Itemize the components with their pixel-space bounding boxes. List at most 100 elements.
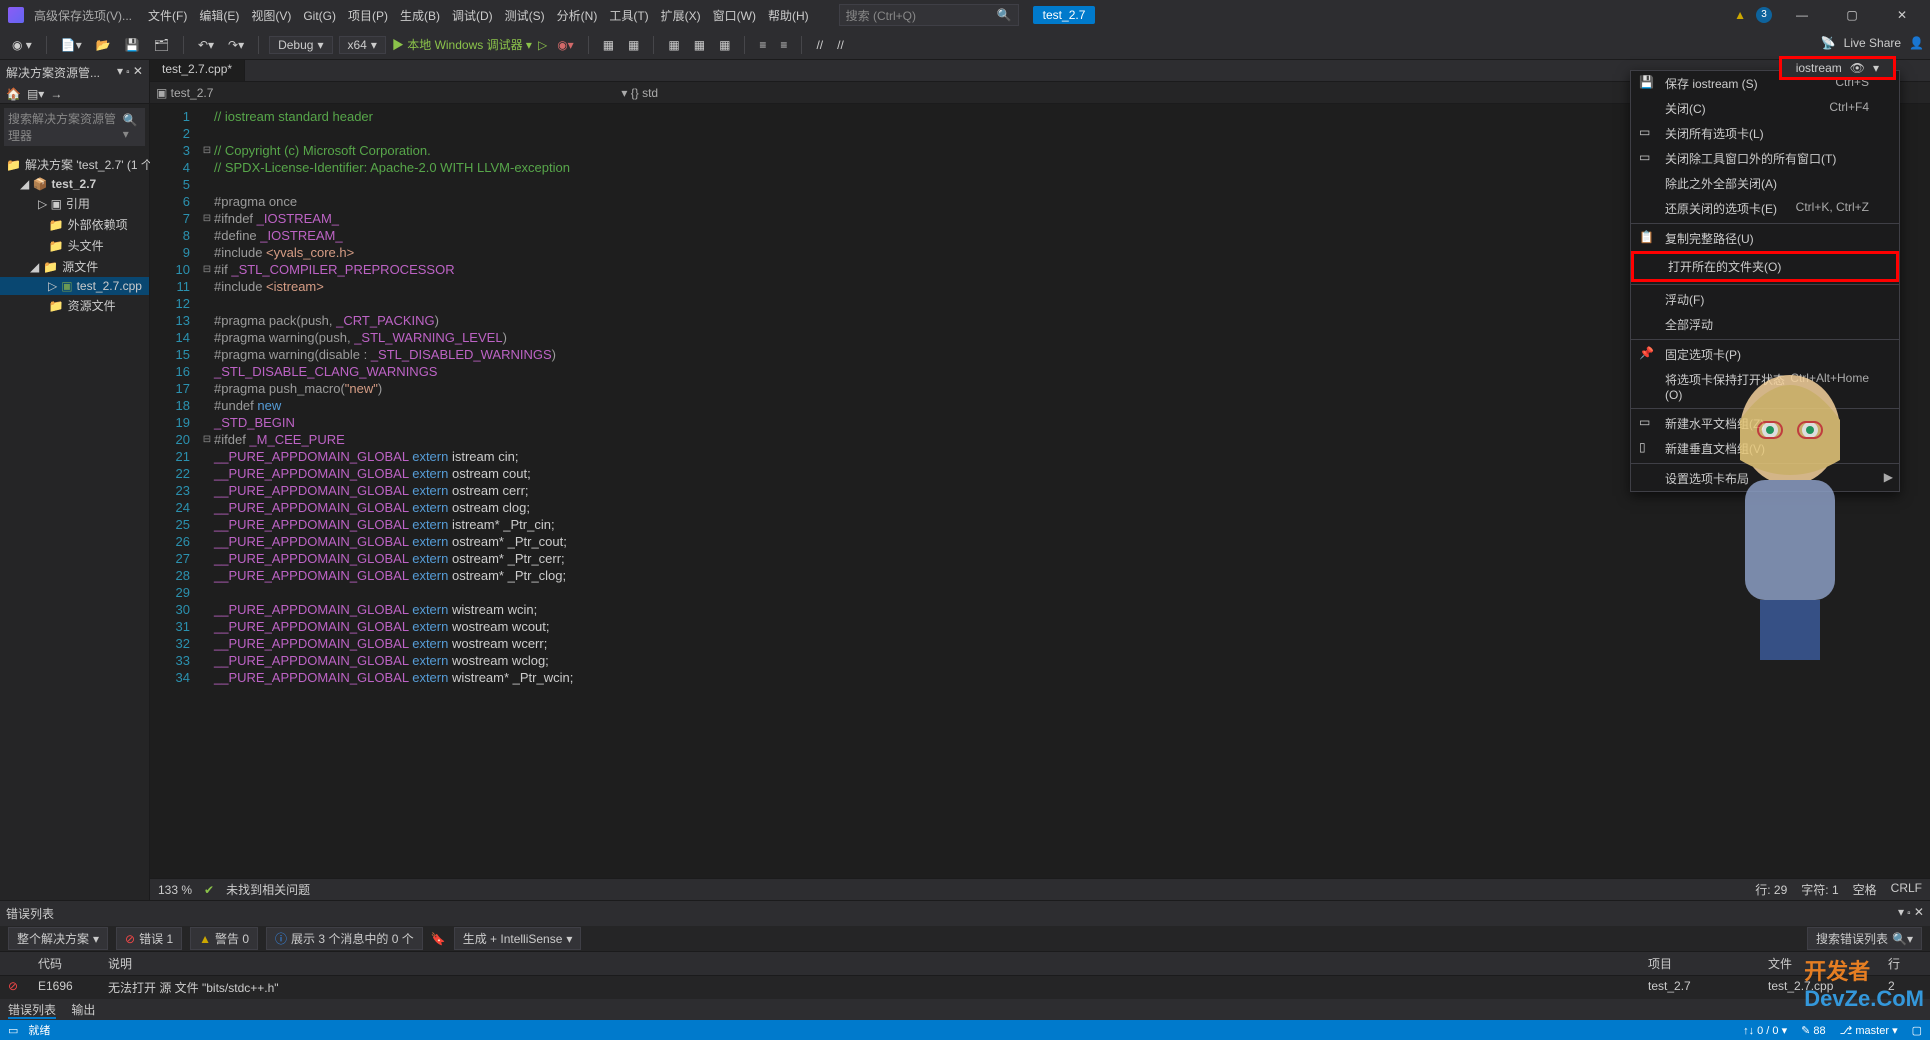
menu-item[interactable]: 分析(N) — [551, 9, 604, 23]
cpp-file-node[interactable]: ▷ ▣ test_2.7.cpp — [0, 277, 149, 295]
tool-icon[interactable]: ▤▾ — [27, 87, 44, 101]
pin-icon[interactable]: ▾ ⬞ ✕ — [117, 64, 143, 78]
context-menu-item[interactable]: 设置选项卡布局▶ — [1631, 466, 1899, 491]
messages-filter[interactable]: ⓘ 展示 3 个消息中的 0 个 — [266, 927, 423, 950]
context-menu-item[interactable]: ▯新建垂直文档组(V) — [1631, 436, 1899, 461]
project-node[interactable]: ◢ 📦 test_2.7 — [0, 175, 149, 193]
add-control[interactable]: ▢ — [1912, 1024, 1922, 1037]
tab-errors[interactable]: 错误列表 — [8, 1003, 56, 1019]
file-tab[interactable]: test_2.7.cpp* — [150, 60, 245, 81]
tool-icon[interactable]: ▦ — [664, 38, 683, 52]
resources-node[interactable]: 📁 资源文件 — [0, 295, 149, 316]
menu-item[interactable]: Git(G) — [297, 9, 342, 23]
menu-item[interactable]: 帮助(H) — [762, 9, 815, 23]
tool-icon[interactable]: ▦ — [715, 38, 734, 52]
config-combo[interactable]: Debug▾ — [269, 36, 332, 54]
tool-icon[interactable]: ▦ — [690, 38, 709, 52]
menu-item[interactable]: 视图(V) — [245, 9, 297, 23]
line-ending-indicator[interactable]: CRLF — [1891, 881, 1922, 898]
context-menu-item[interactable]: 将选项卡保持打开状态(O)Ctrl+Alt+Home — [1631, 367, 1899, 406]
whitespace-indicator[interactable]: 空格 — [1853, 881, 1877, 898]
undo-icon[interactable]: ↶▾ — [194, 38, 218, 52]
menu-item[interactable]: 生成(B) — [394, 9, 446, 23]
context-menu-item[interactable]: 浮动(F) — [1631, 287, 1899, 312]
context-menu-item[interactable]: ▭关闭除工具窗口外的所有窗口(T) — [1631, 146, 1899, 171]
changes-indicator[interactable]: ↑↓ 0 / 0 ▾ — [1743, 1024, 1787, 1037]
new-icon[interactable]: 📄▾ — [57, 38, 86, 52]
context-menu-item[interactable]: 📋复制完整路径(U) — [1631, 226, 1899, 251]
solution-search-input[interactable]: 搜索解决方案资源管理器🔍▾ — [4, 108, 145, 146]
col-indicator[interactable]: 字符: 1 — [1801, 881, 1838, 898]
outdent-icon[interactable]: ≡ — [776, 38, 791, 52]
context-menu-item[interactable]: ▭新建水平文档组(Z) — [1631, 411, 1899, 436]
save-icon[interactable]: 💾 — [121, 38, 144, 52]
run-button[interactable]: ▶ 本地 Windows 调试器 ▾ — [392, 36, 532, 53]
live-share-button[interactable]: Live Share — [1844, 36, 1901, 50]
errors-filter[interactable]: ⊘ 错误 1 — [116, 927, 182, 950]
branch-indicator[interactable]: ⎇ master ▾ — [1840, 1024, 1898, 1037]
context-menu-item[interactable]: 关闭(C)Ctrl+F4 — [1631, 96, 1899, 121]
headers-node[interactable]: 📁 头文件 — [0, 235, 149, 256]
warning-icon[interactable]: ▲ — [1734, 8, 1746, 22]
preview-icon[interactable]: 👁 — [1850, 61, 1865, 75]
tool-icon[interactable]: ▦ — [599, 38, 618, 52]
nav-back-icon[interactable]: ◉ ▾ — [8, 38, 36, 52]
repo-indicator[interactable]: ✎ 88 — [1801, 1024, 1826, 1037]
error-row[interactable]: ⊘ E1696 无法打开 源 文件 "bits/stdc++.h" test_2… — [0, 976, 1930, 999]
zoom-level[interactable]: 133 % — [158, 883, 192, 897]
close-button[interactable]: ✕ — [1882, 8, 1922, 22]
uncomment-icon[interactable]: // — [833, 38, 848, 52]
menu-item[interactable]: 工具(T) — [603, 9, 654, 23]
references-node[interactable]: ▷ ▣ 引用 — [0, 193, 149, 214]
save-all-icon[interactable]: 🗂 — [150, 38, 173, 52]
member-combo[interactable]: ▾ {} std — [621, 86, 658, 100]
error-search-input[interactable]: 搜索错误列表 🔍▾ — [1807, 927, 1922, 950]
notification-badge[interactable]: 3 — [1756, 7, 1772, 23]
account-icon[interactable]: 👤 — [1909, 36, 1924, 50]
indent-icon[interactable]: ≡ — [755, 38, 770, 52]
tab-output[interactable]: 输出 — [71, 1003, 95, 1017]
menu-item[interactable]: 编辑(E) — [193, 9, 245, 23]
menu-item[interactable]: 测试(S) — [499, 9, 551, 23]
scope-combo[interactable]: ▣ test_2.7 — [156, 86, 213, 100]
chevron-down-icon[interactable]: ▾ — [1873, 61, 1879, 75]
output-icon[interactable]: ▭ — [8, 1024, 18, 1037]
menu-item[interactable]: 文件(F) — [142, 9, 193, 23]
context-menu-item[interactable]: ▭关闭所有选项卡(L) — [1631, 121, 1899, 146]
redo-icon[interactable]: ↷▾ — [224, 38, 248, 52]
open-icon[interactable]: 📂 — [92, 38, 115, 52]
live-share-icon[interactable]: 📡 — [1821, 36, 1836, 50]
col-desc[interactable]: 说明 — [100, 952, 1640, 975]
menu-item[interactable]: 扩展(X) — [655, 9, 707, 23]
col-proj[interactable]: 项目 — [1640, 952, 1760, 975]
global-search-input[interactable]: 搜索 (Ctrl+Q) 🔍 — [839, 4, 1019, 26]
home-icon[interactable]: 🏠 — [6, 87, 21, 101]
ext-deps-node[interactable]: 📁 外部依赖项 — [0, 214, 149, 235]
comment-icon[interactable]: // — [812, 38, 827, 52]
context-menu-item[interactable]: 全部浮动 — [1631, 312, 1899, 337]
intellisense-combo[interactable]: 生成 + IntelliSense ▾ — [454, 927, 582, 950]
tool-icon[interactable]: ▦ — [624, 38, 643, 52]
line-indicator[interactable]: 行: 29 — [1755, 881, 1787, 898]
scope-combo[interactable]: 整个解决方案 ▾ — [8, 927, 108, 950]
context-menu-item[interactable]: 还原关闭的选项卡(E)Ctrl+K, Ctrl+Z — [1631, 196, 1899, 221]
menu-item[interactable]: 项目(P) — [342, 9, 394, 23]
warnings-filter[interactable]: ▲ 警告 0 — [190, 927, 258, 950]
filter-icon[interactable]: 🔖 — [431, 932, 446, 946]
fold-column[interactable]: ⊟⊟⊟⊟ — [200, 104, 214, 878]
maximize-button[interactable]: ▢ — [1832, 8, 1872, 22]
menu-item[interactable]: 窗口(W) — [707, 9, 762, 23]
menu-item[interactable]: 调试(D) — [446, 9, 499, 23]
sources-node[interactable]: ◢ 📁 源文件 — [0, 256, 149, 277]
project-pill[interactable]: test_2.7 — [1033, 6, 1096, 24]
context-menu-item[interactable]: 除此之外全部关闭(A) — [1631, 171, 1899, 196]
context-menu-item[interactable]: 打开所在的文件夹(O) — [1631, 251, 1899, 282]
iostream-tab-highlighted[interactable]: iostream 👁 ▾ — [1779, 56, 1896, 80]
panel-controls[interactable]: ▾ ⬞ ✕ — [1898, 905, 1924, 922]
hot-reload-icon[interactable]: ◉▾ — [553, 38, 578, 52]
platform-combo[interactable]: x64▾ — [339, 36, 386, 54]
col-code[interactable]: 代码 — [30, 952, 100, 975]
solution-root[interactable]: 📁 解决方案 'test_2.7' (1 个 — [0, 154, 149, 175]
minimize-button[interactable]: — — [1782, 8, 1822, 22]
context-menu-item[interactable]: 📌固定选项卡(P) — [1631, 342, 1899, 367]
